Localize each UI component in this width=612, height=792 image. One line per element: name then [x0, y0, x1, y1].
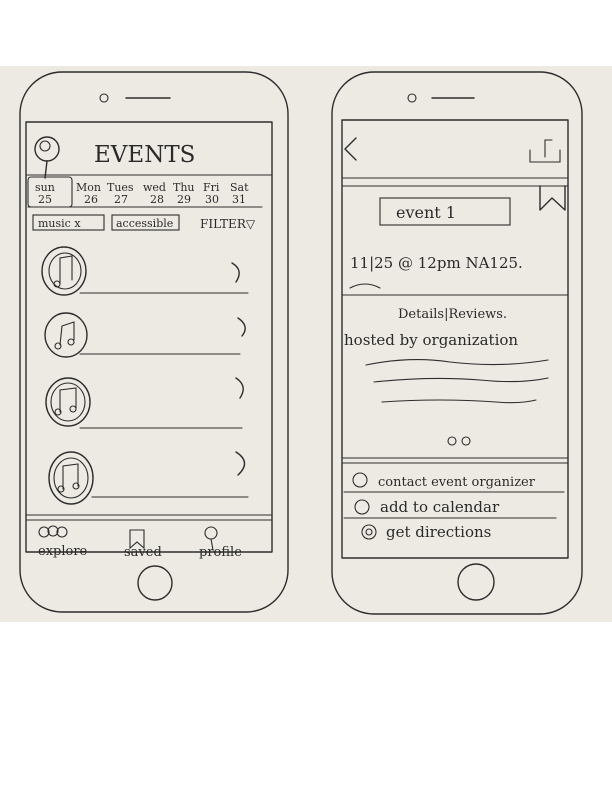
music-note-icon — [44, 312, 88, 358]
search-icon[interactable] — [34, 136, 60, 179]
music-note-icon — [45, 377, 91, 427]
list-item[interactable] — [41, 246, 249, 296]
day-date-sun[interactable]: 25 — [38, 193, 52, 206]
left-phone-camera — [99, 93, 109, 103]
event-date-time-location: 11|25 @ 12pm NA125. — [350, 254, 523, 272]
right-phone-camera — [407, 93, 417, 103]
hosted-by: hosted by organization — [344, 331, 518, 349]
right-home-button[interactable] — [457, 563, 495, 601]
day-date-mon[interactable]: 26 — [84, 193, 98, 206]
share-icon[interactable] — [529, 139, 561, 163]
chip-accessible[interactable]: accessible — [116, 217, 173, 230]
left-phone: EVENTS sun 25 Mon 26 Tues 27 wed 28 Thu … — [19, 71, 289, 613]
bookmark-icon[interactable] — [539, 185, 566, 211]
day-date-tues[interactable]: 27 — [114, 193, 128, 206]
event-title: event 1 — [396, 203, 456, 222]
day-date-wed[interactable]: 28 — [150, 193, 164, 206]
chip-music[interactable]: music x — [38, 217, 81, 230]
day-date-fri[interactable]: 30 — [205, 193, 219, 206]
right-phone: event 1 11|25 @ 12pm NA125. Details|Revi… — [331, 71, 583, 615]
back-arrow-icon[interactable] — [344, 137, 357, 161]
contact-icon — [352, 472, 368, 488]
chevron-right-icon — [231, 262, 240, 283]
scribble-mark — [349, 283, 381, 289]
events-title: EVENTS — [94, 142, 195, 168]
day-date-thu[interactable]: 29 — [177, 193, 191, 206]
page-dot[interactable] — [447, 436, 457, 446]
filter-button[interactable]: FILTER▽ — [200, 217, 256, 231]
left-home-button[interactable] — [137, 565, 173, 601]
action-add-to-calendar[interactable]: add to calendar — [380, 498, 500, 516]
chevron-right-icon — [237, 317, 246, 337]
list-item[interactable] — [45, 377, 244, 429]
explore-icon[interactable] — [38, 525, 68, 538]
action-get-directions[interactable]: get directions — [386, 523, 491, 541]
day-date-sat[interactable]: 31 — [232, 193, 246, 206]
nav-explore[interactable]: explore — [38, 544, 88, 559]
list-item[interactable] — [48, 451, 249, 505]
chevron-right-icon — [235, 377, 244, 399]
action-contact-organizer[interactable]: contact event organizer — [378, 475, 536, 490]
details-reviews-tabs[interactable]: Details|Reviews. — [398, 307, 507, 322]
placeholder-line — [373, 377, 549, 383]
page-dot[interactable] — [461, 436, 471, 446]
nav-saved[interactable]: saved — [124, 545, 162, 560]
music-note-icon — [48, 451, 94, 505]
chevron-right-icon — [235, 451, 246, 476]
day-selector: sun 25 Mon 26 Tues 27 wed 28 Thu 29 Fri … — [27, 176, 263, 208]
nav-profile[interactable]: profile — [199, 545, 242, 560]
list-item[interactable] — [44, 312, 246, 358]
placeholder-line — [381, 399, 537, 404]
calendar-icon — [354, 499, 370, 515]
placeholder-line — [365, 359, 549, 366]
directions-icon — [361, 524, 377, 540]
